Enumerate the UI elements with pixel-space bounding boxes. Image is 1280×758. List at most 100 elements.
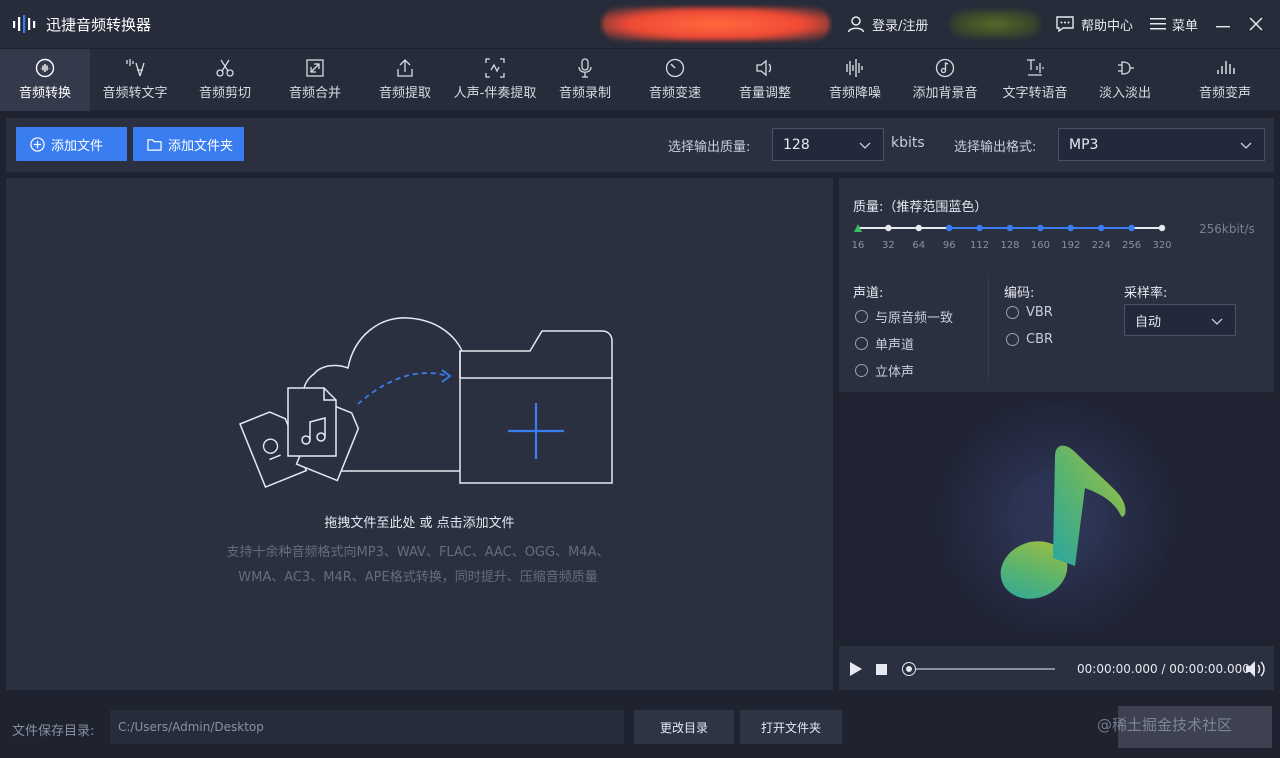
tab-add-background-music[interactable]: 添加背景音: [900, 49, 990, 111]
channel-option-stereo[interactable]: 立体声: [855, 361, 914, 380]
quality-tick-label: 224: [1092, 240, 1111, 251]
change-dir-button[interactable]: 更改目录: [634, 710, 734, 744]
folder-icon: [147, 138, 162, 151]
quality-tick-label: 160: [1031, 240, 1050, 251]
function-toolbar: 音频转换 音频转文字 音频剪切 音频合并 音频提取 人声-伴奏提取 音频录制 音…: [0, 48, 1280, 111]
tab-audio-speed[interactable]: 音频变速: [630, 49, 720, 111]
chevron-down-icon: [859, 142, 871, 149]
quality-tick-128[interactable]: [1006, 224, 1014, 232]
tab-audio-denoise[interactable]: 音频降噪: [810, 49, 900, 111]
tab-label: 音量调整: [738, 86, 791, 101]
tab-volume-adjust[interactable]: 音量调整: [720, 49, 810, 111]
radio-circle: [1006, 306, 1019, 319]
add-folder-label: 添加文件夹: [168, 138, 234, 154]
radio-circle: [1006, 333, 1019, 346]
save-dir-input[interactable]: [110, 710, 624, 744]
play-icon[interactable]: [849, 662, 863, 676]
quality-slider[interactable]: 16 32 64 96 112 128 160 192 224 256 320: [847, 218, 1187, 254]
quality-tick-label: 256: [1122, 240, 1141, 251]
stop-icon[interactable]: [876, 664, 887, 675]
radio-circle: [855, 310, 868, 323]
login-button[interactable]: 登录/注册: [846, 0, 928, 48]
file-drop-zone[interactable]: 拖拽文件至此处 或 点击添加文件 支持十余种音频格式向MP3、WAV、FLAC、…: [6, 178, 833, 690]
tab-fade-in-out[interactable]: 淡入淡出: [1080, 49, 1170, 111]
quality-tick-64[interactable]: [915, 224, 922, 232]
quality-tick-160[interactable]: [1037, 224, 1044, 232]
quality-tick-192[interactable]: [1067, 224, 1074, 232]
login-label: 登录/注册: [872, 18, 929, 34]
minimize-icon[interactable]: [1213, 14, 1233, 34]
quality-value: 128: [783, 136, 810, 153]
tab-label: 人声-伴奏提取: [453, 86, 537, 101]
progress-thumb[interactable]: [903, 663, 915, 675]
player-bar: 00:00:00.000 / 00:00:00.000: [839, 646, 1274, 690]
quality-tick-96[interactable]: [946, 224, 953, 232]
tab-text-to-speech[interactable]: 文字转语音: [990, 49, 1080, 111]
quality-tick-224[interactable]: [1098, 224, 1105, 232]
open-folder-button[interactable]: 打开文件夹: [740, 710, 842, 744]
tab-audio-to-text[interactable]: 音频转文字: [90, 49, 180, 111]
quality-tick-256[interactable]: [1128, 224, 1135, 232]
tab-audio-convert[interactable]: 音频转换: [0, 49, 90, 111]
tab-vocal-extract[interactable]: 人声-伴奏提取: [450, 49, 540, 111]
app-logo-icon: [13, 15, 36, 33]
channel-option-original[interactable]: 与原音频一致: [855, 307, 953, 326]
music-disc-icon: [935, 58, 955, 78]
divider: [988, 278, 989, 378]
quality-tick-label: 32: [882, 240, 895, 251]
quality-label: 选择输出质量:: [668, 140, 751, 155]
drop-support-text: 支持十余种音频格式向MP3、WAV、FLAC、AAC、OGG、M4A、 WMA、…: [186, 540, 650, 590]
radio-label: 与原音频一致: [875, 311, 954, 326]
quality-select[interactable]: 128: [772, 128, 884, 161]
quality-tick-32[interactable]: [885, 224, 892, 232]
time-display: 00:00:00.000 / 00:00:00.000: [1077, 662, 1250, 676]
help-chat-icon: [1056, 16, 1074, 33]
microphone-icon: [578, 58, 592, 78]
tab-audio-cut[interactable]: 音频剪切: [180, 49, 270, 111]
quality-tick-label: 64: [912, 240, 925, 251]
volume-icon[interactable]: [1245, 660, 1267, 678]
waveform-icon: [35, 58, 55, 78]
promo-banner[interactable]: [602, 7, 830, 41]
settings-panel: 质量:（推荐范围蓝色） 16 32 64 96 112 128 160 192 224 256 32…: [839, 178, 1274, 392]
tab-audio-extract[interactable]: 音频提取: [360, 49, 450, 111]
menu-button[interactable]: 菜单: [1150, 0, 1198, 48]
tab-audio-merge[interactable]: 音频合并: [270, 49, 360, 111]
channel-title: 声道:: [853, 286, 884, 301]
channel-option-mono[interactable]: 单声道: [855, 334, 914, 353]
tab-voice-change[interactable]: 音频变声: [1180, 49, 1270, 111]
tab-label: 音频合并: [288, 86, 341, 101]
format-label: 选择输出格式:: [954, 140, 1037, 155]
samplerate-select[interactable]: 自动: [1124, 304, 1236, 336]
footer-bar: 文件保存目录: 更改目录 打开文件夹 @稀土掘金技术社区: [0, 696, 1280, 758]
tab-label: 音频变声: [1198, 86, 1251, 101]
quality-tick-112[interactable]: [976, 224, 983, 232]
tab-label: 音频转换: [18, 86, 71, 101]
add-file-button[interactable]: 添加文件: [16, 127, 127, 161]
help-center-button[interactable]: 帮助中心: [1055, 0, 1133, 48]
help-label: 帮助中心: [1081, 18, 1134, 34]
close-icon[interactable]: [1246, 14, 1266, 34]
encoding-option-vbr[interactable]: VBR: [1006, 305, 1053, 320]
encoding-option-cbr[interactable]: CBR: [1006, 332, 1053, 347]
audio-preview: [839, 398, 1274, 638]
vip-badge[interactable]: [950, 10, 1040, 38]
add-folder-button[interactable]: 添加文件夹: [133, 127, 244, 161]
volume-icon: [756, 59, 772, 77]
chevron-down-icon: [1240, 142, 1252, 149]
hamburger-icon: [1150, 18, 1166, 30]
format-select[interactable]: MP3: [1058, 128, 1265, 161]
quality-title: 质量:（推荐范围蓝色）: [853, 200, 988, 215]
tab-audio-record[interactable]: 音频录制: [540, 49, 630, 111]
progress-track[interactable]: [909, 668, 1055, 670]
fade-icon: [1118, 61, 1134, 75]
action-bar: 添加文件 添加文件夹 选择输出质量: 128 kbits 选择输出格式: MP3: [6, 118, 1274, 172]
tab-label: 音频提取: [378, 86, 431, 101]
radio-label: 立体声: [875, 365, 915, 380]
tab-label: 音频剪切: [198, 86, 251, 101]
speedometer-icon: [665, 58, 685, 78]
radio-circle: [855, 337, 868, 350]
add-file-label: 添加文件: [51, 138, 104, 154]
quality-tick-label: 320: [1152, 240, 1171, 251]
quality-tick-320[interactable]: [1158, 224, 1166, 232]
